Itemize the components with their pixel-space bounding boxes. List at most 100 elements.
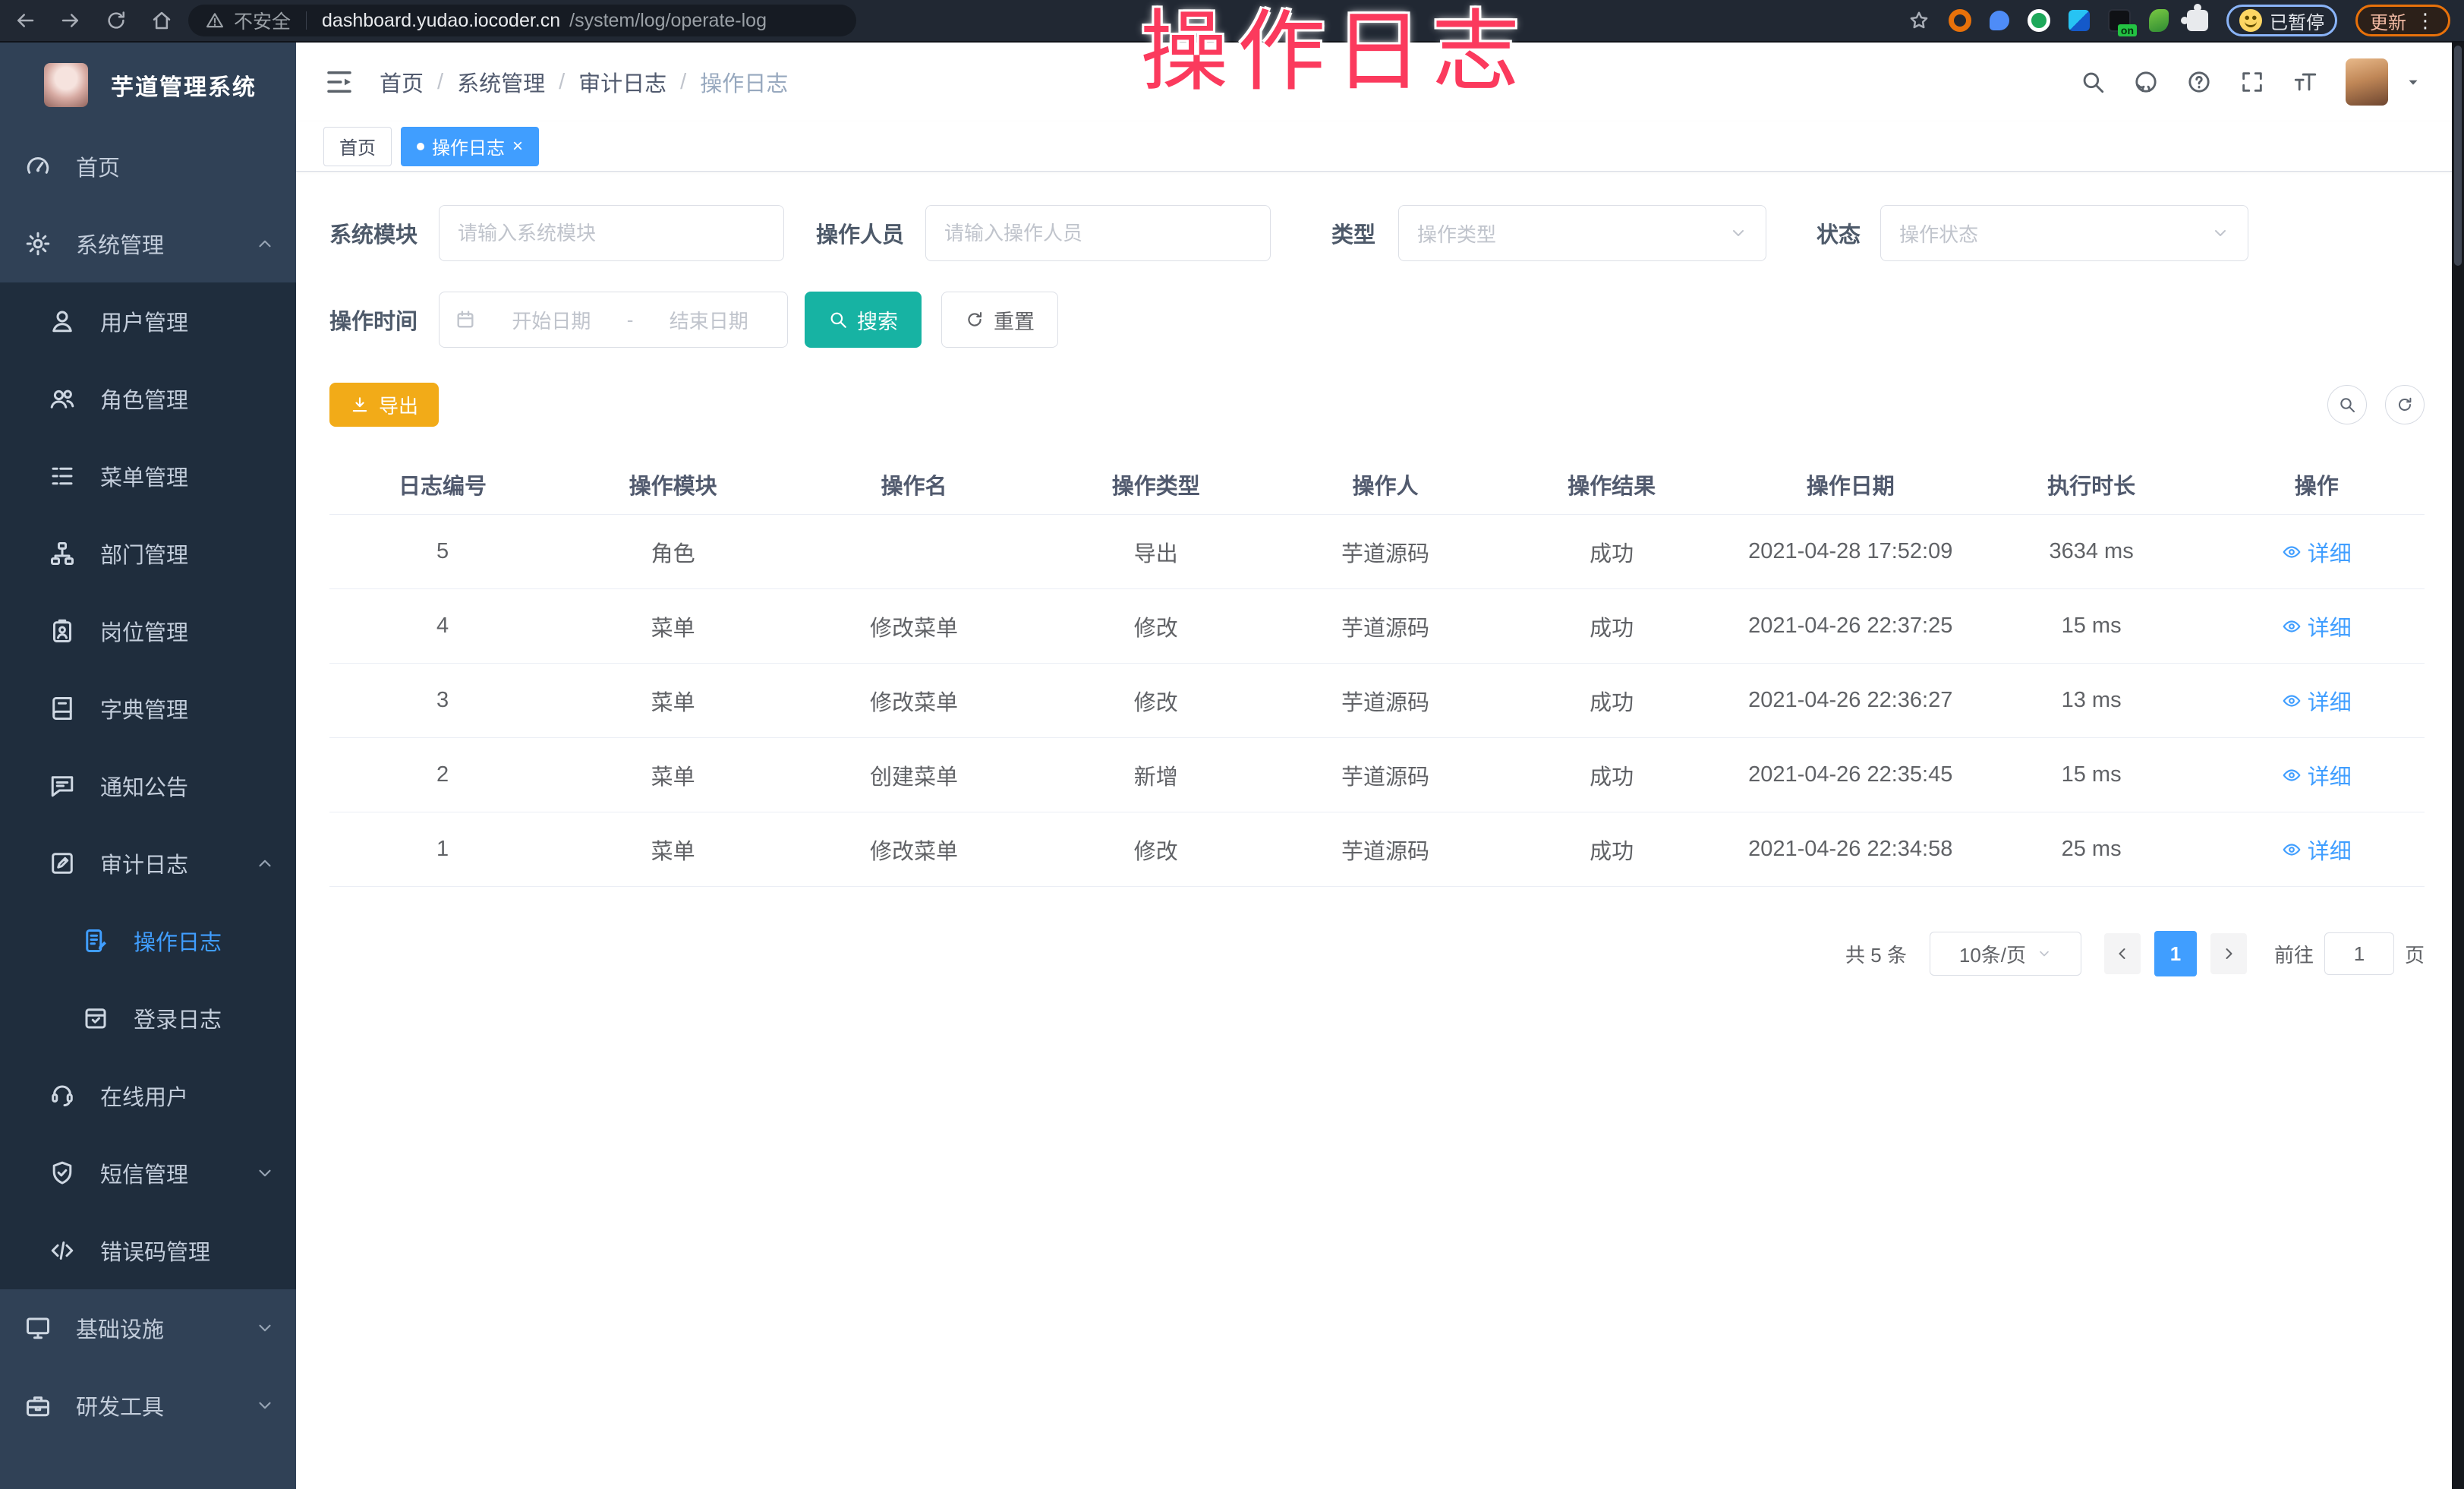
table-header-cell: 操作名 (790, 468, 1038, 500)
detail-link[interactable]: 详细 (2282, 834, 2352, 866)
search-icon[interactable] (2080, 69, 2106, 95)
detail-link[interactable]: 详细 (2282, 685, 2352, 717)
back-icon[interactable] (14, 9, 36, 32)
sidebar-item-notice[interactable]: 通知公告 (0, 747, 296, 825)
sidebar-item-post-management[interactable]: 岗位管理 (0, 592, 296, 670)
ext-gem-icon (2069, 10, 2090, 31)
sidebar-item-dev-tools[interactable]: 研发工具 (0, 1367, 296, 1444)
table-cell-result: 成功 (1496, 834, 1727, 866)
sidebar-item-operate-log[interactable]: 操作日志 (0, 902, 296, 980)
show-search-button[interactable] (2327, 385, 2367, 424)
sidebar-logo-row[interactable]: 芋道管理系统 (0, 43, 296, 128)
ext-leaf-icon[interactable] (2149, 9, 2169, 32)
refresh-table-button[interactable] (2385, 385, 2425, 424)
ext-orange-icon[interactable] (1949, 9, 1971, 32)
breadcrumb-separator: / (680, 70, 686, 95)
sidebar-item-label: 在线用户 (100, 1080, 188, 1112)
app-title: 芋道管理系统 (111, 68, 257, 102)
prev-page-button[interactable] (2104, 933, 2141, 974)
sidebar-item-home[interactable]: 首页 (0, 128, 296, 205)
sidebar-collapse-icon[interactable] (323, 66, 355, 98)
tab-item[interactable]: 首页 (323, 127, 392, 166)
sidebar-item-role-management[interactable]: 角色管理 (0, 360, 296, 437)
sidebar-item-dict-management[interactable]: 字典管理 (0, 670, 296, 747)
table-cell-name: 修改菜单 (790, 685, 1038, 717)
sidebar-item-audit-log[interactable]: 审计日志 (0, 825, 296, 902)
eye-icon (2282, 691, 2302, 711)
user-avatar[interactable] (2346, 58, 2388, 106)
tab-active[interactable]: 操作日志× (401, 127, 539, 166)
browser-profile-chip[interactable]: 已暂停 (2226, 5, 2337, 36)
detail-link[interactable]: 详细 (2282, 759, 2352, 791)
bookmark-star-icon[interactable] (1908, 9, 1930, 32)
forward-icon[interactable] (59, 9, 82, 32)
user-icon (49, 308, 76, 335)
ext-blue-icon[interactable] (1990, 11, 2009, 30)
table-cell-type: 导出 (1038, 536, 1275, 568)
question-icon[interactable] (2186, 69, 2212, 95)
table-cell-name: 修改菜单 (790, 610, 1038, 642)
detail-link-label: 详细 (2308, 610, 2352, 642)
operator-input[interactable] (925, 205, 1271, 261)
breadcrumb-item[interactable]: 首页 (380, 66, 424, 98)
close-icon[interactable]: × (512, 137, 523, 156)
page-size-select[interactable]: 10条/页 (1930, 932, 2081, 976)
reload-icon[interactable] (105, 9, 128, 32)
detail-link[interactable]: 详细 (2282, 610, 2352, 642)
table-cell-result: 成功 (1496, 610, 1727, 642)
sidebar-item-online-users[interactable]: 在线用户 (0, 1057, 296, 1134)
sidebar-item-sms-management[interactable]: 短信管理 (0, 1134, 296, 1212)
table-cell-operator: 芋道源码 (1275, 834, 1497, 866)
login-log-icon (82, 1005, 109, 1032)
puzzle-icon[interactable] (2187, 10, 2208, 31)
table-row: 4菜单修改菜单修改芋道源码成功2021-04-26 22:37:2515 ms详… (329, 589, 2425, 664)
tags-view-bar: 首页操作日志× (296, 121, 2452, 172)
export-button[interactable]: 导出 (329, 383, 439, 427)
browser-menu-icon[interactable]: ⋮ (2415, 9, 2436, 33)
breadcrumb-item[interactable]: 审计日志 (578, 66, 666, 98)
status-select[interactable]: 操作状态 (1880, 205, 2248, 261)
next-page-button[interactable] (2210, 933, 2247, 974)
table-cell-date: 2021-04-26 22:37:25 (1727, 614, 1974, 639)
table-cell-result: 成功 (1496, 685, 1727, 717)
breadcrumb-item[interactable]: 系统管理 (457, 66, 545, 98)
sidebar-item-infrastructure[interactable]: 基础设施 (0, 1289, 296, 1367)
fullscreen-icon[interactable] (2239, 69, 2265, 95)
sidebar-item-menu-management[interactable]: 菜单管理 (0, 437, 296, 515)
sidebar-item-error-code-management[interactable]: 错误码管理 (0, 1212, 296, 1289)
goto-page-input[interactable] (2324, 932, 2394, 975)
module-input[interactable] (439, 205, 784, 261)
detail-link[interactable]: 详细 (2282, 536, 2352, 568)
address-bar[interactable]: 不安全 dashboard.yudao.iocoder.cn/system/lo… (188, 5, 856, 36)
sidebar-item-system-management[interactable]: 系统管理 (0, 205, 296, 282)
browser-update-button[interactable]: 更新 ⋮ (2355, 5, 2450, 36)
type-select[interactable]: 操作类型 (1398, 205, 1766, 261)
page-unit-label: 页 (2405, 940, 2425, 968)
goto-label: 前往 (2274, 940, 2314, 968)
ext-on-icon[interactable]: on (2108, 9, 2131, 32)
fontsize-icon[interactable] (2292, 69, 2318, 95)
navbar-right-icons (2080, 58, 2421, 106)
scrollbar-thumb[interactable] (2454, 46, 2462, 266)
page-number-1[interactable]: 1 (2154, 931, 2197, 976)
page-scrollbar[interactable] (2452, 43, 2464, 1489)
ext-green-icon[interactable] (2028, 9, 2050, 32)
search-button[interactable]: 搜索 (805, 292, 922, 348)
ext-gem-icon[interactable] (2069, 10, 2090, 31)
github-icon[interactable] (2133, 69, 2159, 95)
range-separator: - (627, 308, 634, 332)
sidebar-item-label: 岗位管理 (100, 615, 188, 647)
sidebar-item-user-management[interactable]: 用户管理 (0, 282, 296, 360)
table-header-cell: 操作日期 (1727, 468, 1974, 500)
date-range-picker[interactable]: 开始日期 - 结束日期 (439, 292, 788, 348)
security-label: 不安全 (234, 7, 291, 34)
caret-down-icon[interactable] (2405, 74, 2421, 90)
sidebar-item-login-log[interactable]: 登录日志 (0, 980, 296, 1057)
table-cell-operator: 芋道源码 (1275, 610, 1497, 642)
browser-home-icon[interactable] (150, 9, 173, 32)
sidebar-item-label: 部门管理 (100, 538, 188, 569)
operator-label: 操作人员 (816, 217, 904, 249)
sidebar-item-dept-management[interactable]: 部门管理 (0, 515, 296, 592)
eye-icon (2282, 840, 2302, 860)
reset-button[interactable]: 重置 (941, 292, 1058, 348)
